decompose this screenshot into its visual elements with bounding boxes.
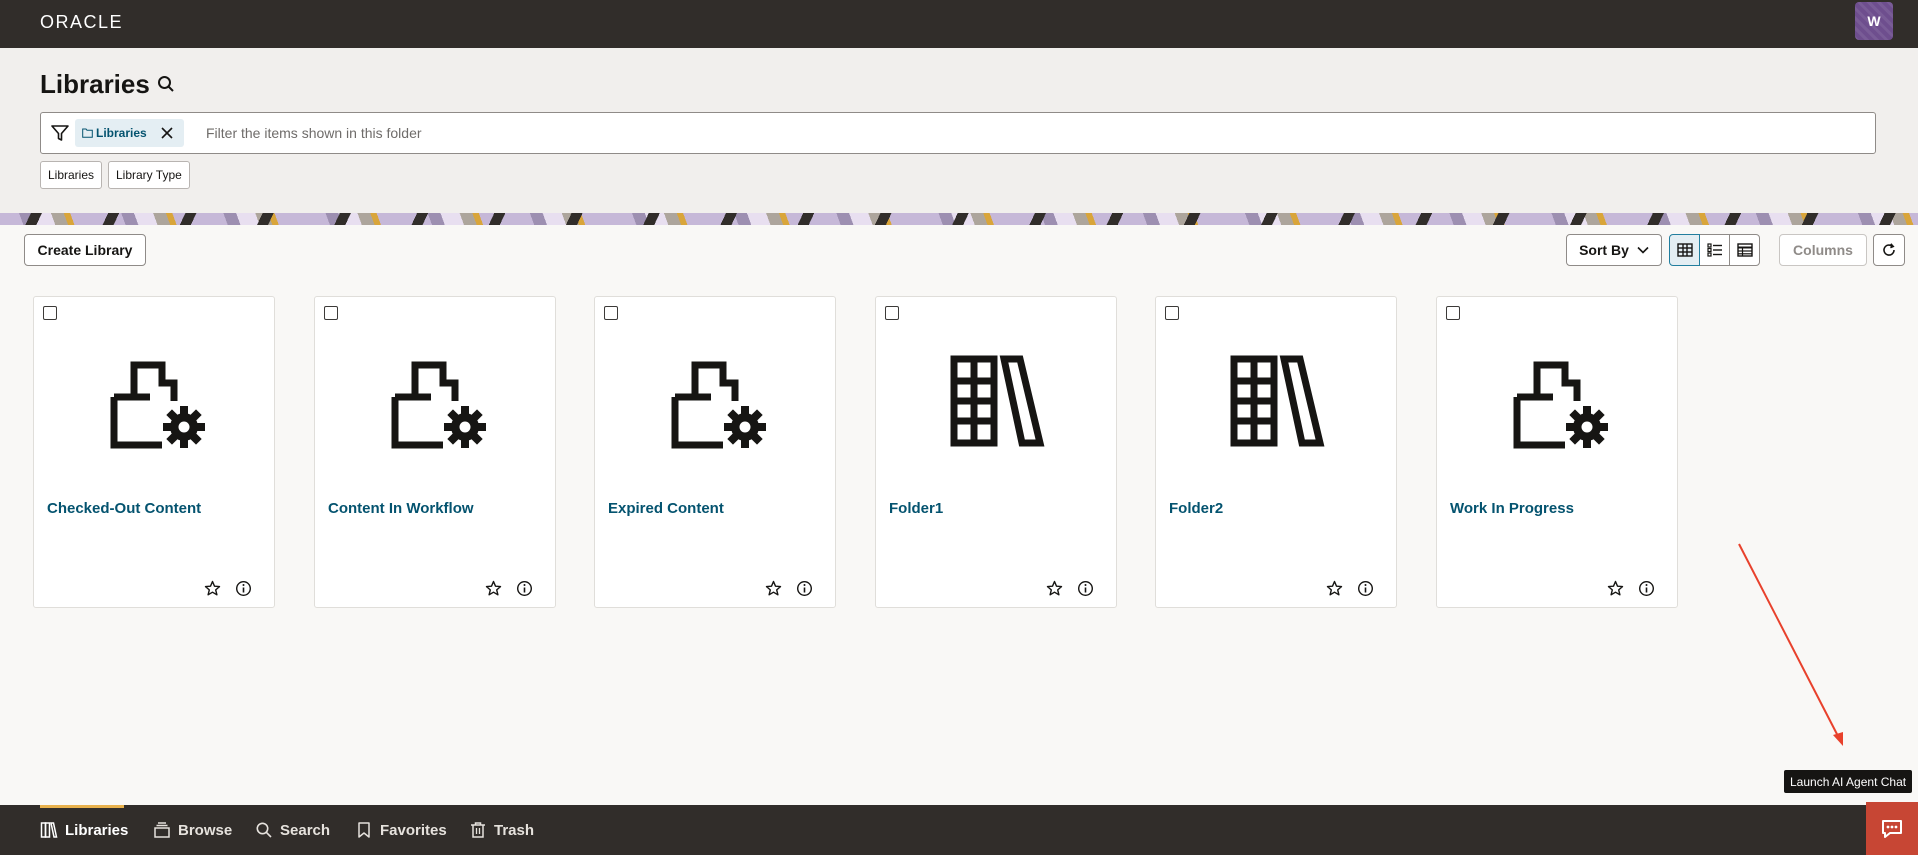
chat-icon [1882, 819, 1902, 838]
library-card-work-in-progress[interactable]: Work In Progress [1436, 296, 1678, 608]
card-title[interactable]: Expired Content [608, 500, 724, 517]
star-icon[interactable] [1046, 580, 1063, 597]
star-icon[interactable] [204, 580, 221, 597]
nav-label: Browse [178, 821, 233, 839]
grid-view-button[interactable] [1669, 234, 1700, 266]
filter-icon[interactable] [50, 123, 70, 143]
decorative-banner [0, 213, 1918, 225]
search-icon [256, 822, 272, 838]
grid-view-icon [1676, 243, 1693, 257]
star-icon[interactable] [1326, 580, 1343, 597]
card-checkbox[interactable] [324, 306, 338, 320]
table-view-button[interactable] [1729, 234, 1760, 266]
card-title[interactable]: Work In Progress [1450, 500, 1574, 517]
facet-libraries[interactable]: Libraries [40, 161, 103, 189]
nav-item-browse[interactable]: Browse [153, 805, 232, 855]
search-icon[interactable] [156, 74, 176, 94]
star-icon[interactable] [1607, 580, 1624, 597]
refresh-button[interactable] [1873, 234, 1905, 266]
filter-chip-label: Libraries [96, 126, 147, 140]
chevron-down-icon [1637, 246, 1649, 254]
card-title[interactable]: Folder2 [1169, 500, 1223, 517]
refresh-icon [1883, 243, 1895, 256]
nav-item-libraries[interactable]: Libraries [40, 805, 128, 855]
sort-by-button[interactable]: Sort By [1566, 234, 1662, 266]
library-books-icon [946, 349, 1050, 453]
trash-icon [471, 822, 485, 838]
nav-label: Search [280, 821, 331, 839]
view-toggle-group [1669, 234, 1760, 266]
info-icon[interactable] [516, 580, 533, 597]
ai-agent-chat-button[interactable] [1866, 802, 1918, 855]
library-card-folder1[interactable]: Folder1 [875, 296, 1117, 608]
bottom-nav: Libraries Browse Search Favorites Trash [0, 805, 1918, 855]
card-checkbox[interactable] [604, 306, 618, 320]
card-title[interactable]: Checked-Out Content [47, 500, 201, 517]
library-card-folder2[interactable]: Folder2 [1155, 296, 1397, 608]
card-checkbox[interactable] [885, 306, 899, 320]
list-view-button[interactable] [1699, 234, 1730, 266]
filter-input[interactable] [206, 118, 1866, 148]
folder-gear-icon [385, 349, 489, 453]
user-avatar[interactable]: W [1855, 2, 1893, 40]
annotation-arrow [1738, 543, 1843, 746]
nav-item-trash[interactable]: Trash [469, 805, 534, 855]
library-books-icon [1226, 349, 1330, 453]
create-library-button[interactable]: Create Library [24, 234, 146, 266]
filter-bar: Libraries [40, 112, 1876, 154]
info-icon[interactable] [235, 580, 252, 597]
card-checkbox[interactable] [1446, 306, 1460, 320]
folder-icon [82, 128, 93, 138]
page-header: Libraries Libraries [0, 48, 1918, 213]
list-view-icon [1706, 243, 1722, 257]
nav-item-search[interactable]: Search [255, 805, 330, 855]
browse-icon [154, 822, 170, 838]
table-view-icon [1736, 243, 1753, 257]
folder-gear-icon [665, 349, 769, 453]
info-icon[interactable] [796, 580, 813, 597]
top-bar: ORACLE W [0, 0, 1918, 48]
card-checkbox[interactable] [1165, 306, 1179, 320]
library-card-expired-content[interactable]: Expired Content [594, 296, 836, 608]
info-icon[interactable] [1077, 580, 1094, 597]
library-card-checked-out-content[interactable]: Checked-Out Content [33, 296, 275, 608]
ai-chat-tooltip: Launch AI Agent Chat [1784, 770, 1913, 793]
oracle-logo[interactable]: ORACLE [40, 12, 123, 33]
sort-by-label: Sort By [1579, 242, 1629, 258]
close-icon[interactable] [159, 125, 175, 141]
info-icon[interactable] [1638, 580, 1655, 597]
star-icon[interactable] [485, 580, 502, 597]
columns-button[interactable]: Columns [1779, 234, 1867, 266]
library-card-content-in-workflow[interactable]: Content In Workflow [314, 296, 556, 608]
nav-label: Favorites [380, 821, 447, 839]
card-title[interactable]: Folder1 [889, 500, 943, 517]
info-icon[interactable] [1357, 580, 1374, 597]
nav-label: Libraries [65, 821, 129, 839]
folder-gear-icon [104, 349, 208, 453]
facet-library-type[interactable]: Library Type [108, 161, 190, 189]
card-title[interactable]: Content In Workflow [328, 500, 474, 517]
nav-item-favorites[interactable]: Favorites [355, 805, 447, 855]
card-checkbox[interactable] [43, 306, 57, 320]
nav-label: Trash [494, 821, 535, 839]
filter-chip-libraries[interactable]: Libraries [75, 119, 184, 147]
star-icon[interactable] [765, 580, 782, 597]
bookmark-icon [358, 822, 370, 838]
folder-gear-icon [1507, 349, 1611, 453]
library-icon [40, 822, 58, 838]
page-title: Libraries [40, 69, 150, 99]
